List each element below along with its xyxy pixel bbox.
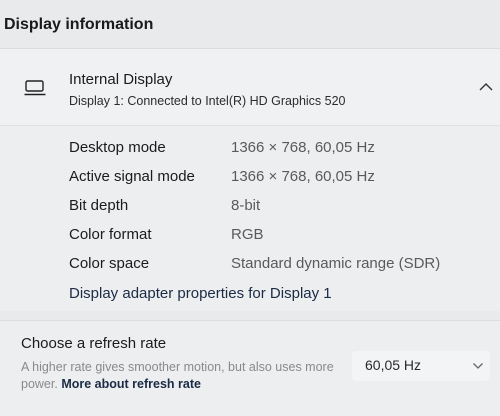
refresh-rate-panel: Choose a refresh rate A higher rate give… (0, 320, 500, 416)
info-label: Bit depth (69, 197, 129, 214)
info-value: RGB (231, 226, 264, 243)
refresh-rate-title: Choose a refresh rate (21, 335, 167, 352)
refresh-rate-value: 60,05 Hz (365, 357, 422, 373)
info-value: 1366 × 768, 60,05 Hz (231, 139, 375, 156)
info-label: Color space (69, 255, 150, 272)
refresh-rate-description: A higher rate gives smoother motion, but… (21, 359, 341, 393)
refresh-rate-dropdown[interactable]: 60,05 Hz (352, 351, 490, 381)
info-value: 8-bit (231, 197, 261, 214)
info-value: 1366 × 768, 60,05 Hz (231, 168, 375, 185)
info-value: Standard dynamic range (SDR) (231, 255, 441, 272)
chevron-down-icon (473, 363, 483, 369)
display-header[interactable]: Internal Display Display 1: Connected to… (0, 49, 500, 126)
info-label: Desktop mode (69, 139, 166, 156)
display-info-panel: Internal Display Display 1: Connected to… (0, 48, 500, 311)
more-about-refresh-rate-link[interactable]: More about refresh rate (61, 377, 201, 391)
display-connection: Display 1: Connected to Intel(R) HD Grap… (69, 94, 346, 108)
display-adapter-properties-link[interactable]: Display adapter properties for Display 1 (69, 285, 332, 302)
chevron-up-icon[interactable] (478, 81, 494, 93)
section-title: Display information (4, 16, 154, 33)
info-label: Color format (69, 226, 152, 243)
info-label: Active signal mode (69, 168, 195, 185)
monitor-icon (24, 80, 46, 96)
display-name: Internal Display (69, 71, 173, 88)
